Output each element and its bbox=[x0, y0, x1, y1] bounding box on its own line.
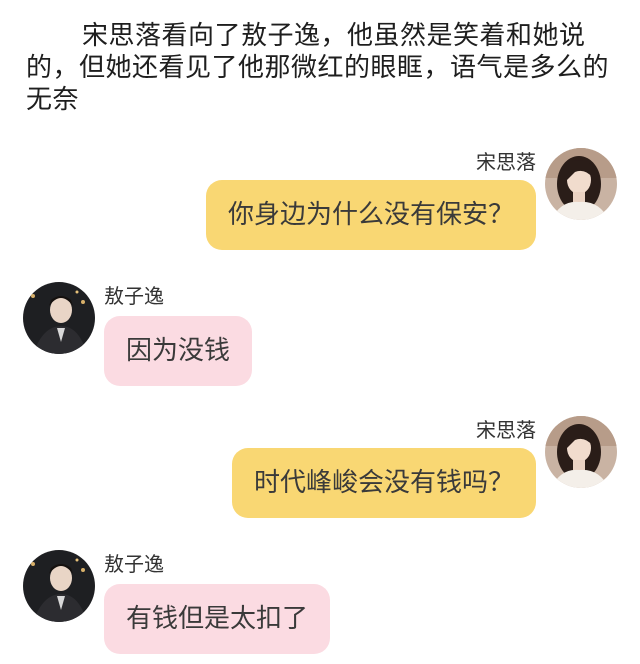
narration-text: 宋思落看向了敖子逸，他虽然是笑着和她说的，但她还看见了他那微红的眼眶，语气是多么… bbox=[26, 21, 610, 115]
chat-message-1: 敖子逸 因为没钱 bbox=[0, 282, 640, 392]
chat-message-3: 敖子逸 有钱但是太扣了 bbox=[0, 550, 640, 660]
message-bubble[interactable]: 时代峰峻会没有钱吗？ bbox=[231, 448, 536, 518]
girl-avatar-icon[interactable] bbox=[545, 416, 617, 488]
message-bubble[interactable]: 因为没钱 bbox=[104, 316, 253, 386]
chat-message-2: 宋思落 时代峰峻会没有钱吗？ bbox=[0, 416, 640, 526]
sender-name: 敖子逸 bbox=[104, 552, 164, 576]
sender-name: 宋思落 bbox=[476, 150, 536, 174]
message-bubble[interactable]: 有钱但是太扣了 bbox=[104, 584, 331, 654]
sender-name: 敖子逸 bbox=[104, 284, 164, 308]
message-bubble[interactable]: 你身边为什么没有保安？ bbox=[205, 180, 536, 250]
boy-avatar-icon[interactable] bbox=[23, 550, 95, 622]
girl-avatar-icon[interactable] bbox=[545, 148, 617, 220]
boy-avatar-icon[interactable] bbox=[23, 282, 95, 354]
chat-message-0: 宋思落 你身边为什么没有保安？ bbox=[0, 148, 640, 258]
sender-name: 宋思落 bbox=[476, 418, 536, 442]
